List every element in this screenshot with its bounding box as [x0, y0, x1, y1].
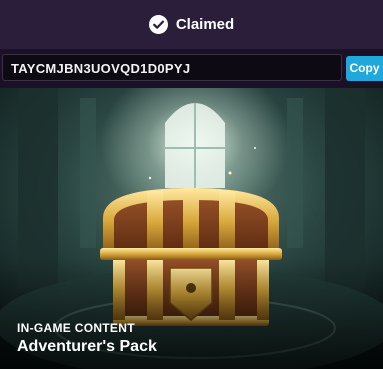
status-label: Claimed — [175, 16, 235, 33]
redeem-code-field[interactable]: TAYCMJBN3UOVQD1D0PYJ — [2, 54, 342, 81]
copy-button[interactable]: Copy — [346, 56, 383, 81]
item-category: IN-GAME CONTENT — [17, 321, 135, 335]
checkmark-circle-icon — [148, 15, 168, 34]
item-caption: IN-GAME CONTENT Adventurer's Pack — [17, 321, 157, 356]
item-image: IN-GAME CONTENT Adventurer's Pack — [0, 88, 383, 369]
code-row: TAYCMJBN3UOVQD1D0PYJ Copy — [0, 53, 383, 83]
claimed-status-bar: Claimed — [0, 0, 383, 49]
item-title: Adventurer's Pack — [17, 338, 157, 355]
